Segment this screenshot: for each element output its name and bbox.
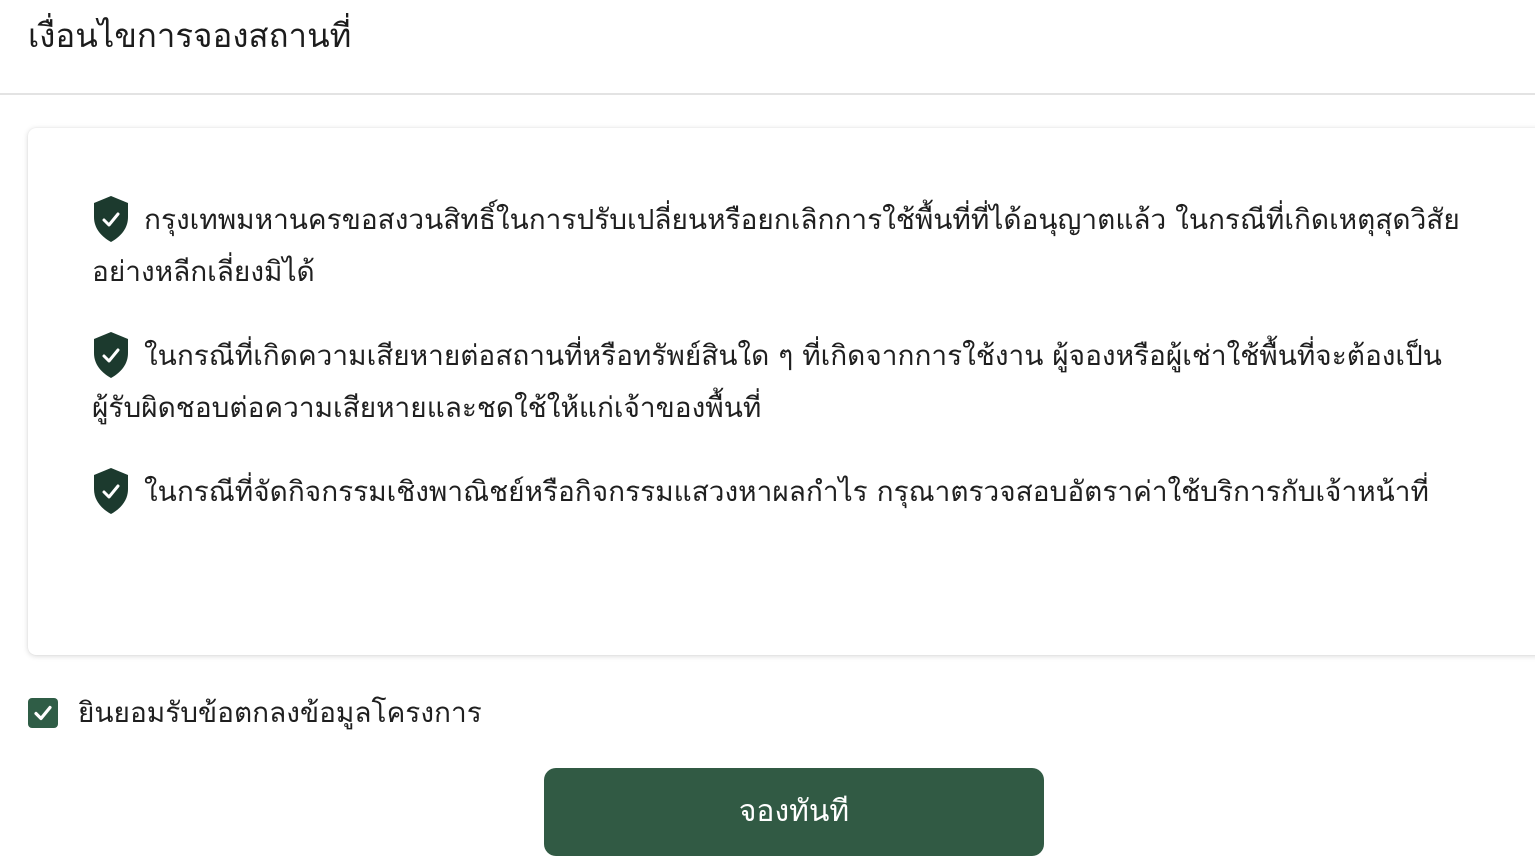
term-text: กรุงเทพมหานครขอสงวนสิทธิ์ในการปรับเปลี่ย… <box>92 203 1460 288</box>
agreement-checkbox[interactable] <box>28 698 58 728</box>
shield-check-icon <box>94 196 128 242</box>
page-title: เงื่อนไขการจองสถานที่ <box>28 16 352 55</box>
agreement-label: ยินยอมรับข้อตกลงข้อมูลโครงการ <box>78 696 482 729</box>
book-now-button[interactable]: จองทันที <box>544 768 1044 856</box>
term-item: ในกรณีที่เกิดความเสียหายต่อสถานที่หรือทร… <box>92 330 1482 434</box>
terms-list: กรุงเทพมหานครขอสงวนสิทธิ์ในการปรับเปลี่ย… <box>92 194 1482 550</box>
page-header: เงื่อนไขการจองสถานที่ <box>0 0 1535 95</box>
booking-conditions-page: เงื่อนไขการจองสถานที่ กรุงเทพมหานครขอสงว… <box>0 0 1535 863</box>
term-text: ในกรณีที่จัดกิจกรรมเชิงพาณิชย์หรือกิจกรร… <box>144 475 1429 508</box>
check-icon <box>34 705 52 721</box>
agreement-checkbox-row[interactable]: ยินยอมรับข้อตกลงข้อมูลโครงการ <box>28 690 482 736</box>
shield-check-icon <box>94 468 128 514</box>
terms-card: กรุงเทพมหานครขอสงวนสิทธิ์ในการปรับเปลี่ย… <box>28 128 1535 655</box>
term-text: ในกรณีที่เกิดความเสียหายต่อสถานที่หรือทร… <box>92 339 1442 424</box>
term-item: ในกรณีที่จัดกิจกรรมเชิงพาณิชย์หรือกิจกรร… <box>92 466 1482 518</box>
shield-check-icon <box>94 332 128 378</box>
term-item: กรุงเทพมหานครขอสงวนสิทธิ์ในการปรับเปลี่ย… <box>92 194 1482 298</box>
